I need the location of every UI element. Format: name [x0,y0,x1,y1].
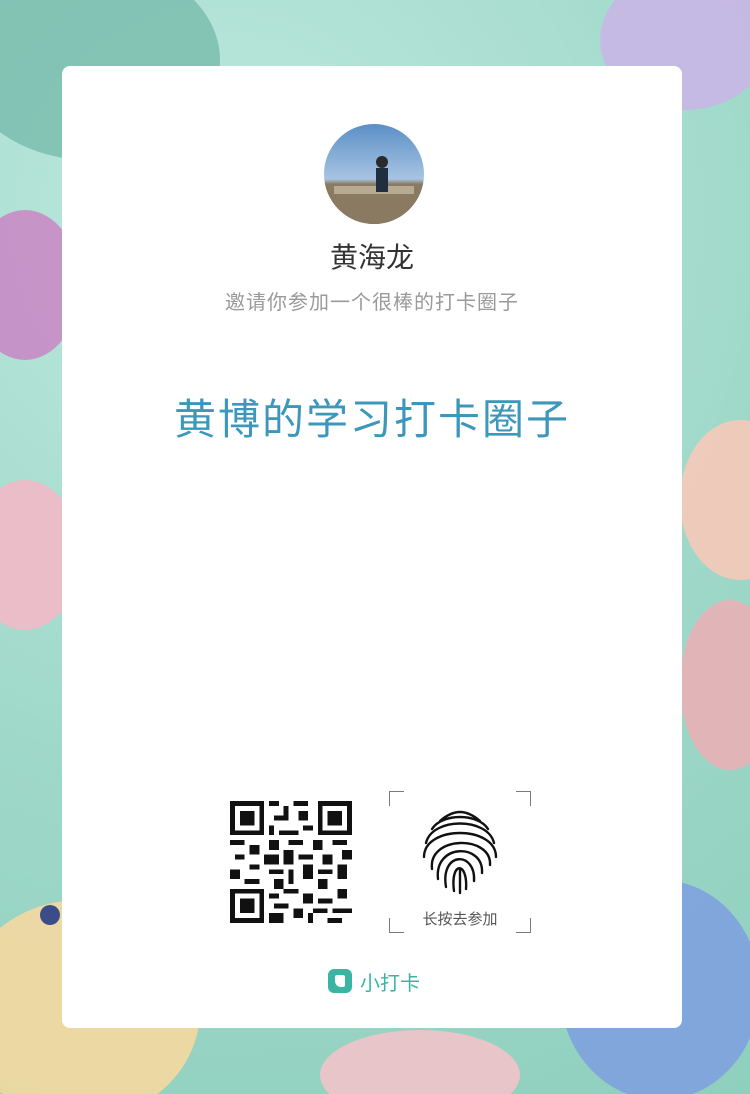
frame-corner-top-right [516,791,531,806]
circle-title: 黄博的学习打卡圈子 [173,395,570,444]
avatar[interactable] [324,124,424,224]
invite-card: 黄海龙 邀请你参加一个很棒的打卡圈子 黄博的学习打卡圈子 长按去参加 小打卡 [62,66,682,1028]
fingerprint-button[interactable]: 长按去参加 [389,791,531,933]
avatar-photo [324,156,424,224]
frame-corner-top-left [389,791,404,806]
invite-text: 邀请你参加一个很棒的打卡圈子 [225,290,519,314]
fingerprint-icon [422,810,498,895]
fingerprint-label: 长按去参加 [422,910,498,928]
brand: 小打卡 [328,968,420,995]
brand-name: 小打卡 [360,970,420,995]
rose-decoration [680,420,750,580]
qr-code-icon [230,801,352,923]
berry-decoration [40,905,60,925]
qr-code[interactable] [230,801,352,923]
xiaodaka-logo-icon [328,969,352,993]
user-name: 黄海龙 [329,241,414,274]
cake-decoration [680,600,750,770]
bottom-flower-decoration [320,1030,520,1094]
